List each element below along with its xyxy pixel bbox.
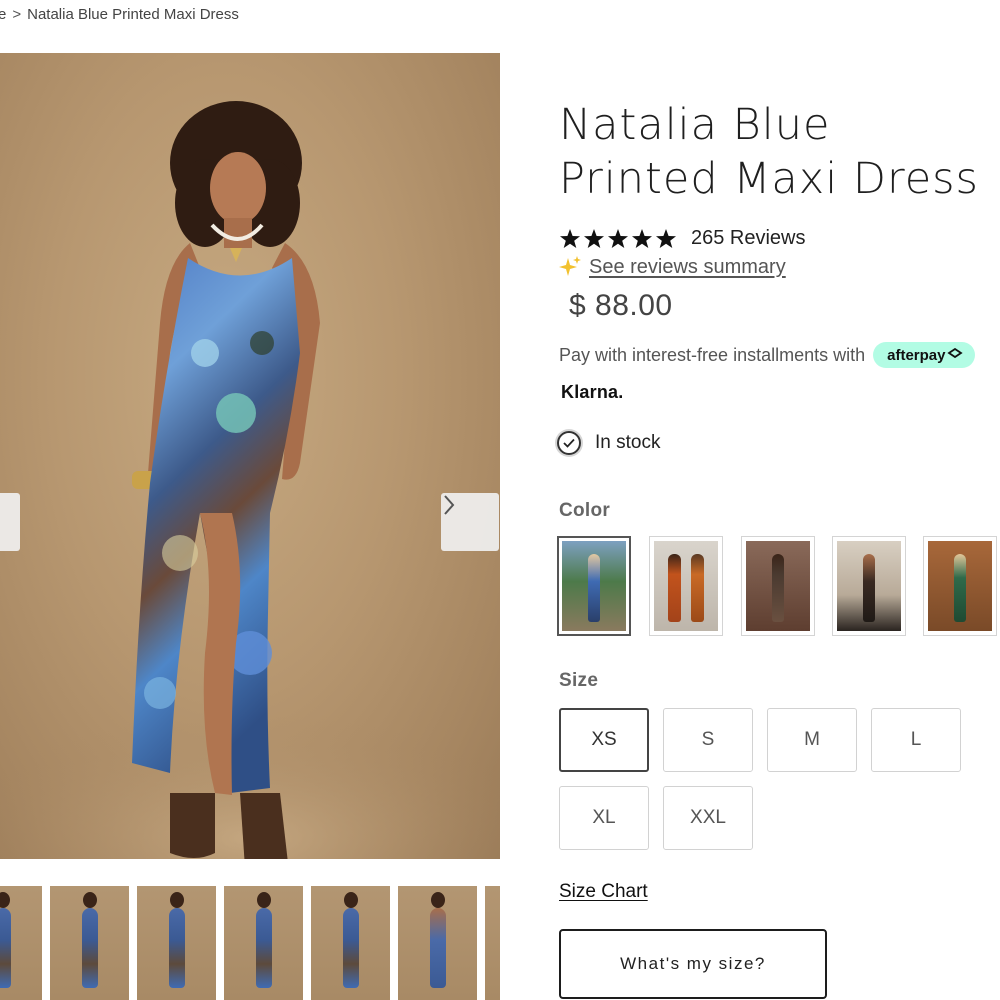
reviews-summary-row: See reviews summary [559, 255, 786, 279]
color-swatch[interactable] [923, 536, 997, 636]
five-stars-icon [560, 228, 676, 248]
gallery-thumbnail[interactable] [311, 886, 390, 1000]
klarna-logo[interactable]: Klarna. [561, 382, 623, 403]
breadcrumb-link-prev[interactable]: e [0, 6, 6, 23]
color-swatch[interactable] [832, 536, 906, 636]
size-option-xs[interactable]: XS [559, 708, 649, 772]
size-option-s[interactable]: S [663, 708, 753, 772]
size-option-l[interactable]: L [871, 708, 961, 772]
gallery-next-button[interactable] [441, 493, 499, 551]
gallery-thumbnail[interactable] [0, 886, 42, 1000]
check-circle-icon [557, 431, 581, 455]
installments-row: Pay with interest-free installments with… [559, 342, 976, 368]
star-rating [559, 228, 679, 250]
gallery-thumbnail[interactable] [50, 886, 129, 1000]
size-label: Size [559, 670, 599, 691]
gallery-thumbnail[interactable] [137, 886, 216, 1000]
stock-status: In stock [557, 431, 660, 455]
model-photo [0, 101, 500, 859]
sparkle-icon [559, 256, 581, 276]
chevron-right-icon [444, 495, 455, 515]
size-option-xxl[interactable]: XXL [663, 786, 753, 850]
whats-my-size-button[interactable]: What's my size? [559, 929, 827, 999]
main-product-image[interactable] [0, 53, 500, 859]
stock-label: In stock [595, 432, 661, 453]
installments-text: Pay with interest-free installments with [559, 344, 866, 365]
color-swatch[interactable] [557, 536, 631, 636]
gallery-thumbnail[interactable] [485, 886, 500, 1000]
product-title: Natalia Blue Printed Maxi Dress [559, 100, 979, 204]
size-option-m[interactable]: M [767, 708, 857, 772]
afterpay-label: afterpay [887, 346, 946, 364]
thumbnail-strip [0, 886, 500, 1000]
rating-row[interactable]: 265 Reviews [559, 227, 806, 250]
afterpay-arrows-icon [947, 348, 964, 359]
breadcrumb-separator: > [12, 6, 22, 23]
gallery-thumbnail[interactable] [398, 886, 477, 1000]
see-reviews-summary-link[interactable]: See reviews summary [589, 256, 786, 279]
gallery-prev-button[interactable] [0, 493, 20, 551]
size-chart-link[interactable]: Size Chart [559, 881, 648, 903]
gallery-thumbnail[interactable] [224, 886, 303, 1000]
product-price: $ 88.00 [569, 289, 673, 322]
breadcrumb: e > Natalia Blue Printed Maxi Dress [0, 6, 239, 23]
color-label: Color [559, 500, 611, 521]
product-page: e > Natalia Blue Printed Maxi Dress Nata… [0, 0, 1000, 1000]
afterpay-badge[interactable]: afterpay [873, 342, 976, 368]
color-swatch[interactable] [649, 536, 723, 636]
reviews-count-link[interactable]: 265 Reviews [691, 227, 806, 250]
breadcrumb-current: Natalia Blue Printed Maxi Dress [27, 6, 239, 23]
color-swatch[interactable] [741, 536, 815, 636]
size-option-xl[interactable]: XL [559, 786, 649, 850]
